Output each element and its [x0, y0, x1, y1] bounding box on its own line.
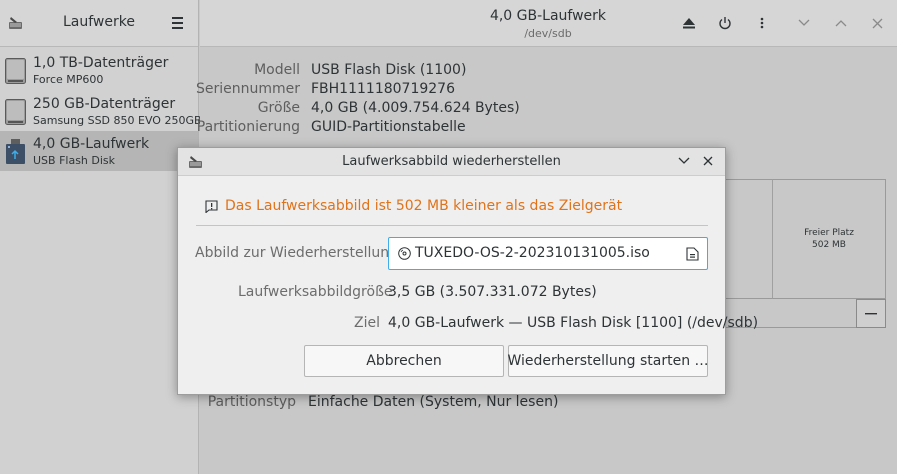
start-restore-button[interactable]: Wiederherstellung starten … — [507, 345, 709, 377]
info-row-model: Modell USB Flash Disk (1100) — [200, 62, 800, 82]
model-label: Modell — [254, 62, 300, 78]
partitioning-label: Partitionierung — [196, 119, 300, 135]
restore-image-dialog: Laufwerksabbild wiederherstellen Das Lau… — [177, 147, 758, 395]
serial-value: FBH1111180719276 — [311, 81, 455, 97]
drive-model: Samsung SSD 850 EVO 250GB — [33, 114, 202, 127]
sidebar: Laufwerke 1,0 TB-Datenträger Force MP600… — [0, 0, 202, 474]
minus-icon — [865, 312, 877, 314]
drive-name: 250 GB-Datenträger — [33, 96, 176, 112]
eject-icon[interactable] — [679, 13, 699, 33]
info-row-serial: Seriennummer FBH1111180719276 — [196, 81, 800, 101]
drive-name: 1,0 TB-Datenträger — [33, 55, 169, 71]
drive-item-250gb[interactable]: 250 GB-Datenträger Samsung SSD 850 EVO 2… — [0, 91, 202, 131]
size-warning-message: Das Laufwerksabbild ist 502 MB kleiner a… — [225, 198, 623, 214]
info-row-partitioning: Partitionierung GUID-Partitionstabelle — [197, 119, 800, 139]
dialog-close-icon[interactable] — [700, 153, 716, 169]
power-icon[interactable] — [715, 13, 735, 33]
partition-type-value: Einfache Daten (System, Nur lesen) — [308, 394, 559, 410]
cancel-button[interactable]: Abbrechen — [304, 345, 504, 377]
info-row-size: Größe 4,0 GB (4.009.754.624 Bytes) — [200, 100, 800, 120]
image-size-label: Laufwerksabbildgröße — [238, 284, 393, 300]
serial-label: Seriennummer — [195, 81, 300, 97]
volume-free-space-segment[interactable]: Freier Platz 502 MB — [772, 179, 886, 299]
partition-type-label: Partitionstyp — [207, 394, 296, 410]
separator — [196, 225, 708, 226]
partitioning-value: GUID-Partitionstabelle — [311, 119, 466, 135]
free-space-label: Freier Platz — [804, 228, 854, 238]
chevron-up-icon[interactable] — [831, 13, 851, 33]
hamburger-menu-icon[interactable] — [166, 12, 188, 34]
free-space-size: 502 MB — [812, 240, 846, 250]
sidebar-header: Laufwerke — [0, 0, 198, 47]
image-label: Abbild zur Wiederherstellung — [195, 245, 398, 261]
hard-disk-icon — [5, 99, 26, 125]
info-row-partition-type: Partitionstyp Einfache Daten (System, Nu… — [200, 394, 800, 414]
image-size-value: 3,5 GB (3.507.331.072 Bytes) — [388, 284, 597, 300]
main-header: 4,0 GB-Laufwerk /dev/sdb — [200, 0, 897, 47]
model-value: USB Flash Disk (1100) — [311, 62, 467, 78]
warning-icon — [205, 200, 218, 213]
drive-model: Force MP600 — [33, 73, 104, 86]
image-file-name: TUXEDO-OS-2-202310131005.iso — [415, 245, 650, 261]
target-value: 4,0 GB-Laufwerk — USB Flash Disk [1100] … — [388, 315, 759, 331]
drive-name: 4,0 GB-Laufwerk — [33, 136, 150, 152]
drive-item-4gb[interactable]: 4,0 GB-Laufwerk USB Flash Disk — [0, 131, 198, 171]
target-label: Ziel — [354, 315, 380, 331]
image-file-chooser[interactable]: TUXEDO-OS-2-202310131005.iso — [388, 237, 708, 270]
dialog-title: Laufwerksabbild wiederherstellen — [342, 154, 561, 169]
drive-item-1tb[interactable]: 1,0 TB-Datenträger Force MP600 — [0, 50, 198, 90]
close-icon[interactable] — [867, 13, 887, 33]
delete-partition-button[interactable] — [856, 299, 886, 328]
size-value: 4,0 GB (4.009.754.624 Bytes) — [311, 100, 520, 116]
usb-drive-icon — [6, 139, 25, 164]
drive-device-path: /dev/sdb — [524, 27, 572, 40]
hard-disk-icon — [5, 58, 26, 84]
volume-partition-segment[interactable] — [724, 179, 772, 299]
minimize-chevron-icon[interactable] — [676, 153, 692, 169]
chevron-down-icon[interactable] — [794, 13, 814, 33]
kebab-menu-icon[interactable] — [752, 13, 772, 33]
dialog-titlebar: Laufwerksabbild wiederherstellen — [178, 148, 725, 176]
drive-model: USB Flash Disk — [33, 154, 116, 167]
disc-icon — [398, 247, 411, 260]
size-label: Größe — [257, 100, 300, 116]
open-file-icon[interactable] — [686, 247, 699, 261]
drive-title: 4,0 GB-Laufwerk — [489, 8, 607, 24]
